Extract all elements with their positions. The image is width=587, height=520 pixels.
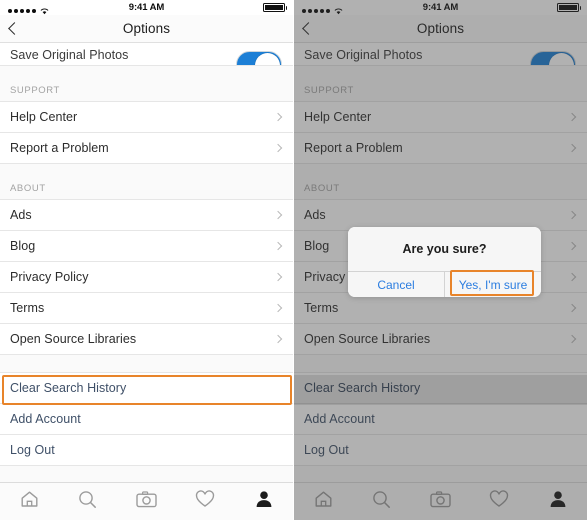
row-ads[interactable]: Ads xyxy=(0,200,293,231)
chevron-right-icon xyxy=(273,112,283,122)
chevron-right-icon xyxy=(273,303,283,313)
row-clear-search-history-pressed-state xyxy=(294,375,587,405)
search-icon xyxy=(78,490,97,514)
row-label: Help Center xyxy=(10,110,78,124)
nav-bar: Options xyxy=(0,15,293,43)
section-header-support: SUPPORT xyxy=(0,66,293,102)
settings-list: Save Original Photos SUPPORT Help Center… xyxy=(0,43,293,520)
tab-search[interactable] xyxy=(59,490,118,514)
screenshot-stage: 9:41 AM Options Save Original Photos SUP… xyxy=(0,0,587,520)
row-label: Clear Search History xyxy=(10,381,127,395)
battery-full-icon xyxy=(262,3,287,12)
home-icon xyxy=(20,490,39,513)
camera-icon xyxy=(136,490,157,513)
row-clear-search-history[interactable]: Clear Search History xyxy=(0,373,293,404)
row-label: Blog xyxy=(10,239,36,253)
tab-bar xyxy=(0,482,293,520)
tab-camera[interactable] xyxy=(117,490,176,513)
tab-activity[interactable] xyxy=(176,490,235,513)
chevron-right-icon xyxy=(273,272,283,282)
chevron-right-icon xyxy=(273,210,283,220)
right-screen: 9:41 AM Options Save Original Photos SUP… xyxy=(294,0,587,520)
chevron-right-icon xyxy=(273,241,283,251)
row-label: Terms xyxy=(10,301,45,315)
row-label: Save Original Photos xyxy=(10,48,129,62)
row-label: Add Account xyxy=(10,412,81,426)
dialog-title: Are you sure? xyxy=(402,242,487,256)
cancel-button[interactable]: Cancel xyxy=(348,272,444,297)
page-title: Options xyxy=(122,21,171,36)
status-time: 9:41 AM xyxy=(128,2,165,13)
row-add-account[interactable]: Add Account xyxy=(0,404,293,435)
row-terms[interactable]: Terms xyxy=(0,293,293,324)
row-label: Log Out xyxy=(10,443,55,457)
row-save-original-photos[interactable]: Save Original Photos xyxy=(0,43,293,66)
row-report-a-problem[interactable]: Report a Problem xyxy=(0,133,293,164)
row-label: Ads xyxy=(10,208,32,222)
row-label: Open Source Libraries xyxy=(10,332,137,346)
status-bar: 9:41 AM xyxy=(0,0,293,15)
row-blog[interactable]: Blog xyxy=(0,231,293,262)
row-help-center[interactable]: Help Center xyxy=(0,102,293,133)
profile-icon xyxy=(255,490,273,513)
row-open-source-libraries[interactable]: Open Source Libraries xyxy=(0,324,293,355)
back-button[interactable] xyxy=(8,15,36,42)
save-original-photos-toggle[interactable] xyxy=(236,51,282,65)
row-label: Report a Problem xyxy=(10,141,109,155)
row-label: Privacy Policy xyxy=(10,270,89,284)
confirm-button[interactable]: Yes, I'm sure xyxy=(444,272,541,297)
section-header-about: ABOUT xyxy=(0,164,293,200)
tab-profile[interactable] xyxy=(234,490,293,513)
row-log-out[interactable]: Log Out xyxy=(0,435,293,466)
dialog-actions: Cancel Yes, I'm sure xyxy=(348,271,541,297)
dialog-body: Are you sure? xyxy=(348,227,541,271)
chevron-right-icon xyxy=(273,334,283,344)
tab-home[interactable] xyxy=(0,490,59,513)
heart-icon xyxy=(195,490,215,513)
row-privacy-policy[interactable]: Privacy Policy xyxy=(0,262,293,293)
chevron-left-icon xyxy=(8,22,21,35)
confirmation-dialog: Are you sure? Cancel Yes, I'm sure xyxy=(348,227,541,297)
chevron-right-icon xyxy=(273,143,283,153)
left-screen: 9:41 AM Options Save Original Photos SUP… xyxy=(0,0,294,520)
list-gap xyxy=(0,355,293,373)
